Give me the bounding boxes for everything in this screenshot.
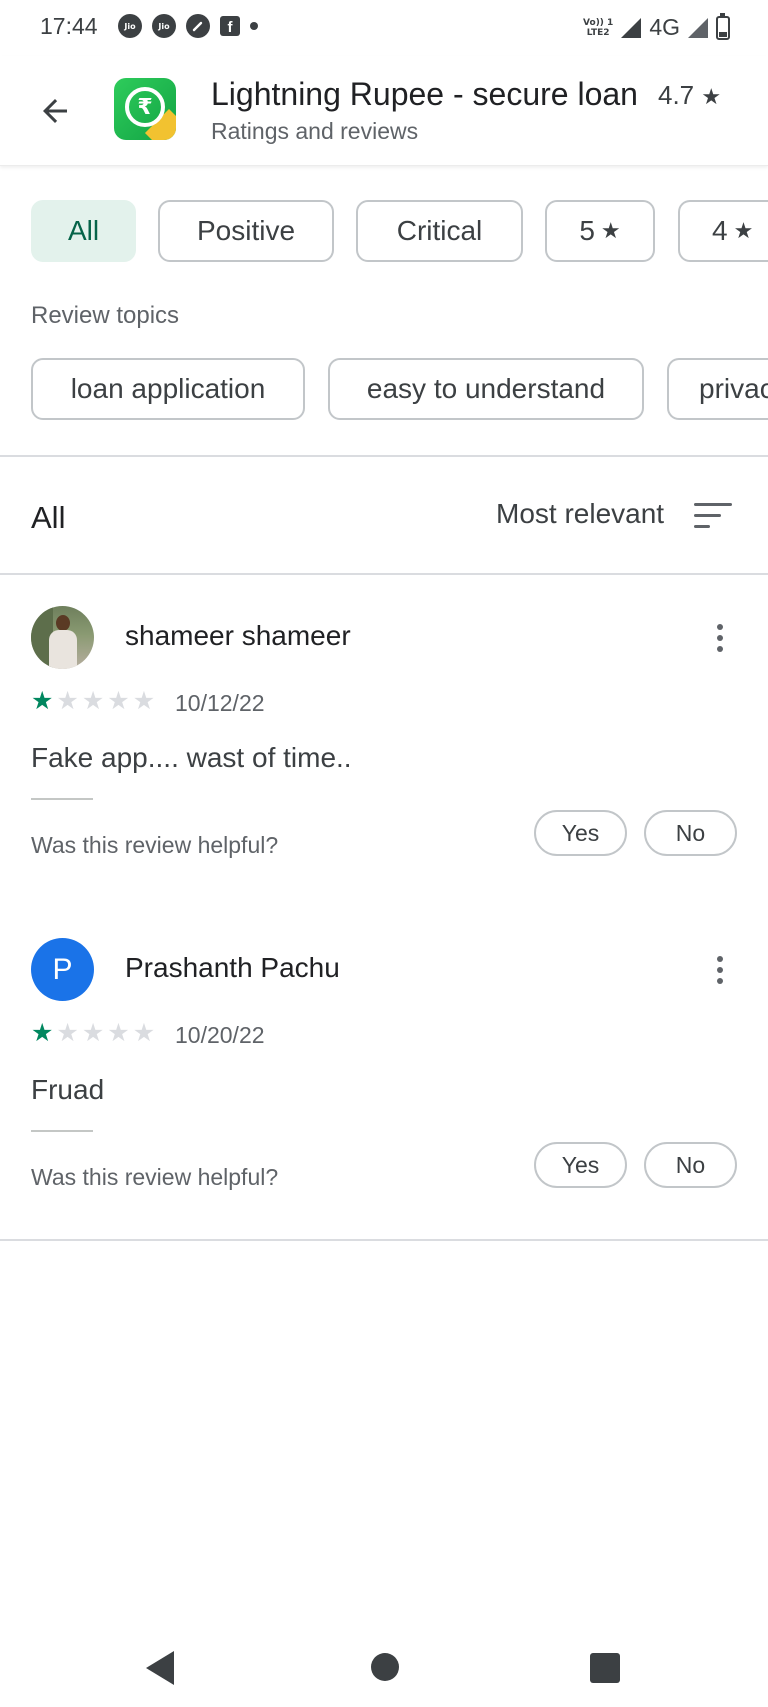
- chip-label: All: [67, 215, 100, 246]
- topic-chip-loan-application[interactable]: loan application: [31, 358, 305, 420]
- star-icon: ★: [81, 687, 105, 715]
- star-icon: ★: [132, 687, 156, 715]
- divider: [0, 1239, 768, 1241]
- app-rating-value: 4.7: [658, 80, 695, 110]
- more-options-icon[interactable]: [700, 616, 740, 660]
- more-options-icon[interactable]: [700, 948, 740, 992]
- reviewer-name: shameer shameer: [125, 620, 351, 651]
- signal-icon: [688, 17, 708, 38]
- review-card: shameer shameer ★ ★ ★ ★ ★ 10/12/22 Fake …: [0, 606, 768, 906]
- status-bar: 17:44 Jio Jio f Vo)) 1 LTE2 4G: [0, 0, 768, 56]
- star-icon: ★: [56, 687, 79, 715]
- star-icon: ★: [733, 218, 754, 243]
- divider: [0, 455, 768, 457]
- separator: [31, 1130, 93, 1132]
- status-time: 17:44: [40, 13, 98, 39]
- helpful-no-button[interactable]: No: [644, 810, 737, 856]
- app-icon: ₹: [114, 78, 176, 140]
- back-button[interactable]: [30, 86, 80, 136]
- topic-chip-privacy[interactable]: privac: [667, 358, 768, 420]
- jio-icon: Jio: [118, 14, 142, 38]
- facebook-icon: f: [220, 16, 240, 36]
- star-icon: ★: [600, 218, 621, 243]
- sort-icon[interactable]: [694, 503, 732, 529]
- volte-icon: Vo)) 1 LTE2: [583, 18, 613, 38]
- review-text: Fruad: [31, 1074, 105, 1105]
- filter-chip-all[interactable]: All: [31, 200, 136, 262]
- divider: [0, 573, 768, 575]
- jio-icon: Jio: [152, 14, 176, 38]
- home-circle-icon[interactable]: [371, 1653, 399, 1681]
- star-rating: ★ ★ ★ ★ ★: [31, 1020, 155, 1046]
- helpful-question: Was this review helpful?: [31, 832, 279, 858]
- recents-square-icon[interactable]: [590, 1653, 620, 1683]
- chip-label: privac: [699, 373, 768, 404]
- volte-line-2: LTE2: [586, 27, 610, 38]
- signal-icon: [621, 17, 642, 38]
- helpful-yes-button[interactable]: Yes: [534, 1142, 627, 1188]
- rupee-icon: ₹: [125, 87, 165, 127]
- speed-icon: [186, 14, 210, 38]
- review-card: P Prashanth Pachu ★ ★ ★ ★ ★ 10/20/22 Fru…: [0, 938, 768, 1238]
- star-rating: ★ ★ ★ ★ ★: [31, 688, 155, 714]
- network-type: 4G: [649, 14, 680, 40]
- dot-icon: [250, 22, 258, 30]
- star-icon: ★: [701, 84, 722, 109]
- review-date: 10/12/22: [175, 690, 265, 716]
- avatar[interactable]: [31, 606, 94, 669]
- helpful-no-button[interactable]: No: [644, 1142, 737, 1188]
- review-topics-label: Review topics: [31, 302, 180, 329]
- page-subtitle: Ratings and reviews: [211, 118, 419, 144]
- app-title: Lightning Rupee - secure loan: [211, 76, 638, 112]
- separator: [31, 798, 93, 800]
- star-icon: ★: [31, 1019, 54, 1047]
- chip-label: loan application: [70, 373, 266, 404]
- star-icon: ★: [107, 1019, 130, 1047]
- chip-label: Critical: [396, 215, 483, 246]
- star-icon: ★: [31, 687, 54, 715]
- review-text: Fake app.... wast of time..: [31, 742, 352, 773]
- helpful-question: Was this review helpful?: [31, 1164, 279, 1190]
- star-icon: ★: [107, 687, 130, 715]
- review-date: 10/20/22: [175, 1022, 265, 1048]
- back-triangle-icon[interactable]: [146, 1651, 174, 1685]
- star-icon: ★: [81, 1019, 105, 1047]
- battery-icon: [716, 12, 730, 40]
- reviewer-name: Prashanth Pachu: [125, 952, 340, 983]
- helpful-yes-button[interactable]: Yes: [534, 810, 627, 856]
- volte-line-1: Vo)) 1: [583, 17, 614, 28]
- star-icon: ★: [132, 1019, 156, 1047]
- avatar-letter: P: [52, 952, 73, 986]
- status-icons-left: Jio Jio f: [118, 14, 258, 38]
- filter-chip-positive[interactable]: Positive: [158, 200, 334, 262]
- filter-chip-5-star[interactable]: 5 ★: [545, 200, 655, 262]
- sort-dropdown-label[interactable]: Most relevant: [496, 498, 664, 530]
- app-header: ₹ Lightning Rupee - secure loan 4.7 ★ Ra…: [0, 56, 768, 166]
- chip-label: 5: [579, 215, 595, 246]
- app-rating: 4.7 ★: [658, 80, 721, 111]
- list-title: All: [31, 500, 66, 535]
- topic-chip-easy-to-understand[interactable]: easy to understand: [328, 358, 644, 420]
- filter-chip-critical[interactable]: Critical: [356, 200, 523, 262]
- filter-chip-4-star[interactable]: 4 ★: [678, 200, 768, 262]
- chip-label: easy to understand: [366, 373, 606, 404]
- avatar[interactable]: P: [31, 938, 94, 1001]
- chip-label: 4: [712, 215, 728, 246]
- status-icons-right: Vo)) 1 LTE2 4G: [583, 12, 730, 41]
- star-icon: ★: [56, 1019, 79, 1047]
- arrow-left-icon: [43, 99, 67, 123]
- chip-label: Positive: [196, 215, 296, 246]
